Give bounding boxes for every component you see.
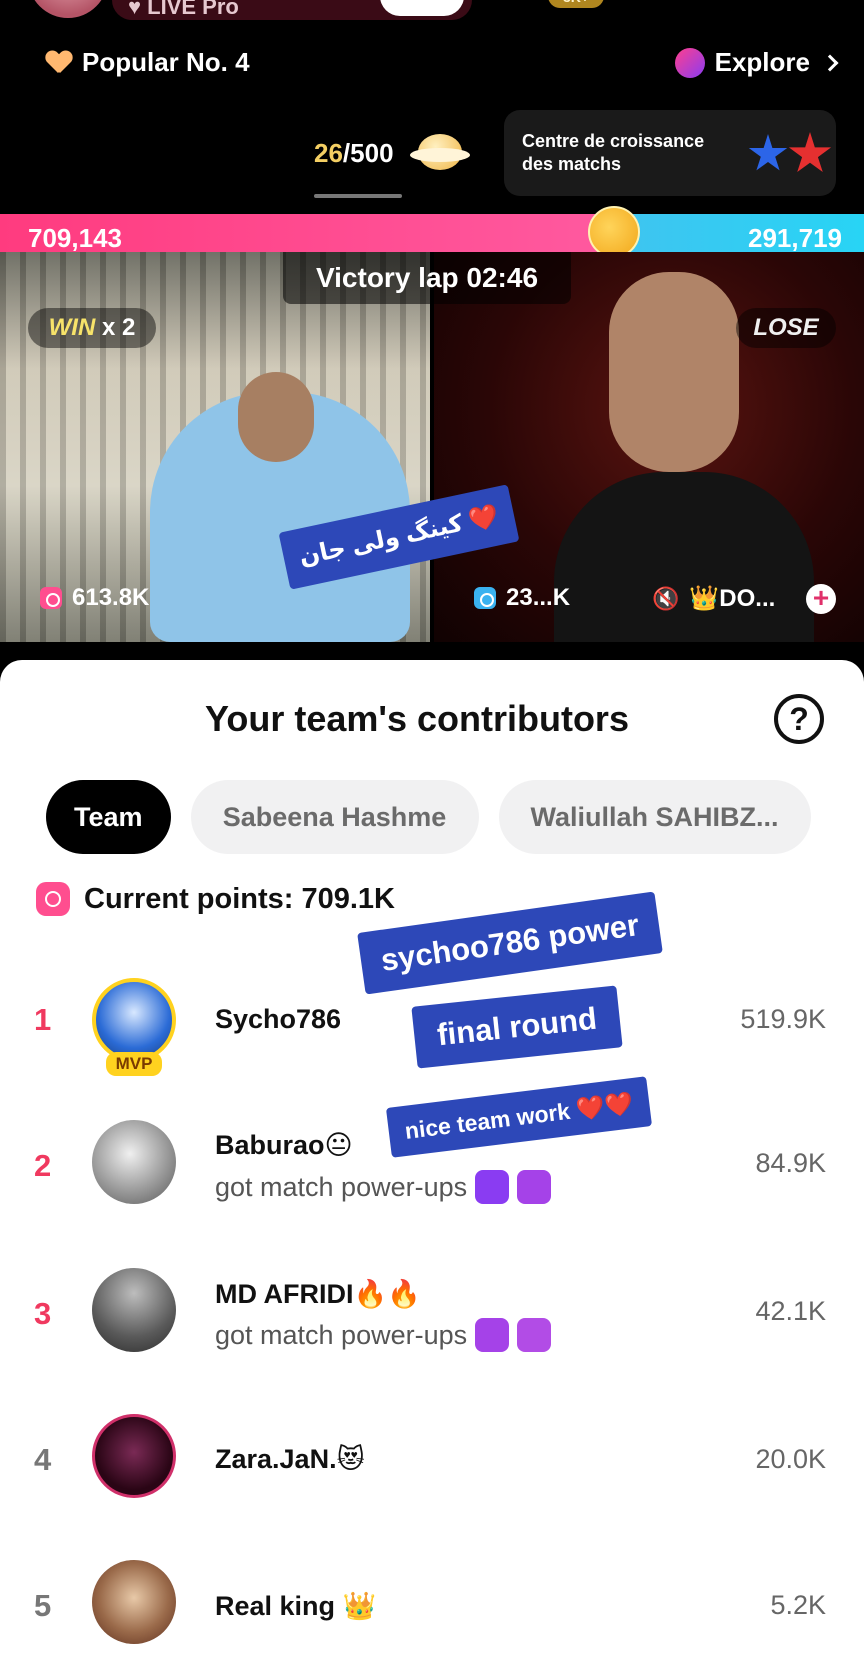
rank-number: 2: [34, 1148, 52, 1183]
contributor-name: Real king 👑: [215, 1591, 377, 1621]
victory-lap-timer: Victory lap 02:46: [283, 252, 571, 304]
host-pill-text: ♥ LIVE Pro: [128, 0, 239, 19]
score-right: 291,719: [748, 223, 842, 253]
progress-indicator: [314, 194, 402, 198]
progress-current: 26: [314, 138, 343, 168]
growth-center-card[interactable]: Centre de croissance des matchs: [504, 110, 836, 196]
lightning-powerup-icon: [475, 1170, 510, 1204]
heart-icon: [46, 51, 72, 75]
contributor-name: MD AFRIDI🔥🔥: [215, 1279, 421, 1309]
contributor-row[interactable]: 4 Zara.JaN.😻 20.0K: [0, 1394, 864, 1534]
popular-rank[interactable]: Popular No. 4: [46, 47, 250, 78]
contributor-name: Zara.JaN.😻: [215, 1444, 365, 1474]
contributor-name: Sycho786: [215, 1004, 342, 1034]
contributor-score: 42.1K: [755, 1296, 826, 1326]
help-icon[interactable]: ?: [774, 694, 824, 744]
viewer-count-badge: 3K+: [548, 0, 604, 8]
powerups-label: got match power-ups: [215, 1171, 468, 1202]
popular-label: Popular No. 4: [82, 47, 250, 77]
contributor-score: 84.9K: [755, 1148, 826, 1178]
progress-total: /500: [342, 138, 394, 168]
contributors-sheet: Your team's contributors ? Team Sabeena …: [0, 660, 864, 1660]
win-label: WIN: [48, 314, 96, 341]
right-pane-points: 23...K: [474, 584, 570, 612]
contributor-row[interactable]: 3 MD AFRIDI🔥🔥 got match power-ups 42.1K: [0, 1248, 864, 1388]
right-points-value: 23...K: [506, 584, 571, 611]
host-avatar[interactable]: [28, 0, 108, 18]
growth-center-label: Centre de croissance des matchs: [522, 131, 705, 174]
chevron-right-icon: [821, 54, 839, 71]
sheet-title: Your team's contributors: [205, 698, 629, 739]
glove-powerup-icon: [517, 1170, 552, 1204]
kiss-emoji-icon: [588, 206, 640, 258]
win-badge: WIN x 2: [28, 308, 156, 348]
mvp-badge: MVP: [106, 1052, 162, 1076]
current-points: Current points: 709.1K: [36, 882, 395, 916]
rank-number: 1: [34, 1002, 52, 1037]
explore-label: Explore: [714, 47, 810, 77]
right-host-label[interactable]: 🔇 👑DO...: [652, 584, 775, 613]
muted-speaker-icon: 🔇: [652, 585, 680, 611]
contributor-score: 5.2K: [770, 1590, 826, 1620]
battle-score-bar: [0, 214, 864, 252]
avatar[interactable]: [92, 1414, 176, 1498]
avatar[interactable]: [92, 978, 176, 1062]
avatar[interactable]: [92, 1268, 176, 1352]
glove-powerup-icon: [475, 1318, 510, 1352]
tab-waliullah[interactable]: Waliullah SAHIBZ...: [498, 780, 811, 854]
contributor-subtitle: got match power-ups: [215, 1170, 552, 1204]
current-points-label: Current points: 709.1K: [84, 882, 395, 915]
alarm-icon: [36, 882, 70, 916]
cloud-planet-icon: [410, 130, 470, 172]
contributor-subtitle: got match power-ups: [215, 1318, 552, 1352]
follow-button[interactable]: [380, 0, 464, 16]
contributor-score: 20.0K: [755, 1444, 826, 1474]
score-left: 709,143: [28, 223, 122, 253]
avatar[interactable]: [92, 1560, 176, 1644]
blue-star-icon: [748, 134, 788, 171]
explore-button[interactable]: Explore: [674, 47, 839, 78]
contributor-score: 519.9K: [740, 1004, 826, 1034]
rank-number: 4: [34, 1442, 52, 1477]
rank-number: 3: [34, 1296, 52, 1331]
win-multiplier: x 2: [95, 314, 136, 341]
red-star-icon: [788, 132, 832, 173]
right-host-name: 👑DO...: [689, 585, 776, 612]
tab-sabeena-hashme[interactable]: Sabeena Hashme: [190, 780, 479, 854]
rank-number: 5: [34, 1588, 52, 1623]
left-pane-points: 613.8K: [40, 584, 149, 612]
match-progress[interactable]: 26/500: [314, 138, 394, 169]
contributor-row[interactable]: 5 Real king 👑 5.2K: [0, 1540, 864, 1660]
add-guest-button[interactable]: +: [806, 584, 836, 614]
lose-badge: LOSE: [736, 308, 836, 348]
avatar[interactable]: [92, 1120, 176, 1204]
left-points-value: 613.8K: [72, 584, 150, 611]
tab-team[interactable]: Team: [46, 780, 171, 854]
powerups-label: got match power-ups: [215, 1319, 468, 1350]
alarm-icon: [40, 587, 62, 609]
timer-powerup-icon: [517, 1318, 552, 1352]
alarm-icon: [474, 587, 496, 609]
contributor-tabs: Team Sabeena Hashme Waliullah SAHIBZ...: [46, 780, 811, 854]
planet-icon: [674, 47, 705, 78]
contributor-name: Baburao😐: [215, 1130, 353, 1160]
